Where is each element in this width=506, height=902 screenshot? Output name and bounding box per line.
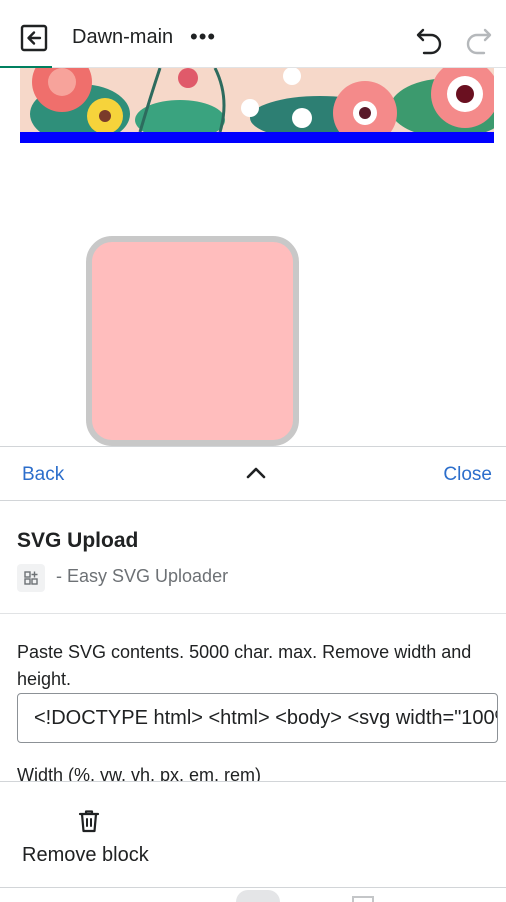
block-footer: Remove block [0, 781, 506, 887]
back-button[interactable]: Back [22, 464, 64, 486]
app-name[interactable]: - Easy SVG Uploader [56, 566, 228, 587]
floral-banner-image [20, 68, 494, 132]
svg-preview-shape [86, 236, 299, 446]
block-title: SVG Upload [17, 529, 139, 552]
more-options-icon[interactable]: ••• [190, 26, 218, 48]
block-settings: Paste SVG contents. 5000 char. max. Remo… [0, 615, 506, 781]
theme-title[interactable]: Dawn-main [72, 26, 173, 49]
undo-icon[interactable] [414, 24, 446, 56]
block-header: SVG Upload - Easy SVG Uploader [0, 502, 506, 614]
app-blocks-icon [17, 564, 45, 592]
theme-preview[interactable] [0, 68, 506, 446]
svg-contents-input[interactable]: <!DOCTYPE html> <html> <body> <svg width… [17, 693, 498, 743]
width-label: Width (%, vw, vh, px, em, rem) [17, 765, 262, 781]
svg-stripe [20, 132, 494, 143]
exit-icon[interactable] [20, 24, 50, 52]
bottom-toolbar-icon [352, 896, 374, 902]
svg-contents-label: Paste SVG contents. 5000 char. max. Remo… [17, 642, 472, 689]
bottom-divider [0, 887, 506, 888]
panel-navigation: Back Close [0, 446, 506, 501]
redo-icon[interactable] [462, 24, 494, 56]
close-button[interactable]: Close [443, 464, 492, 486]
remove-block-button[interactable]: Remove block [22, 844, 149, 867]
editor-topbar: Dawn-main ••• [0, 0, 506, 69]
chevron-up-icon[interactable] [244, 463, 268, 483]
trash-icon[interactable] [78, 809, 100, 833]
bottom-toolbar-edge [236, 890, 280, 902]
